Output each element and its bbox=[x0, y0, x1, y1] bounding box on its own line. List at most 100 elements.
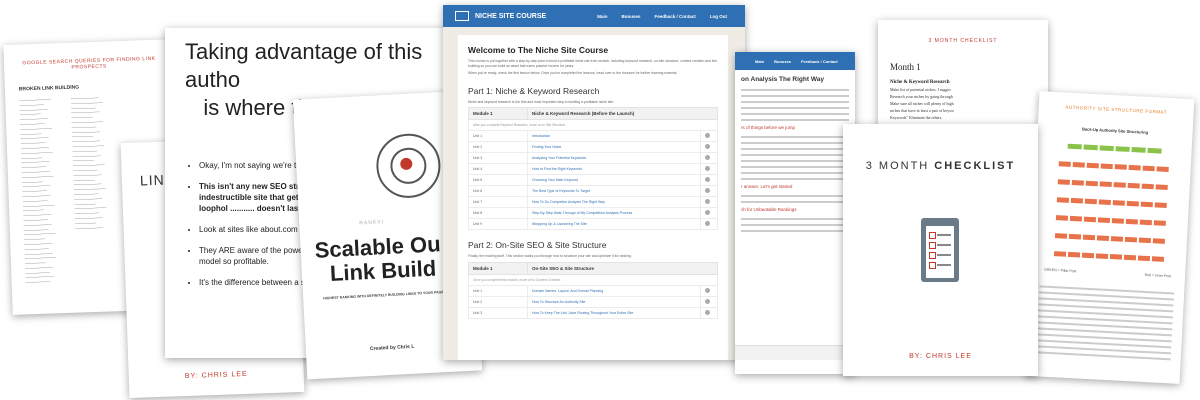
title-light: 3 MONTH bbox=[865, 160, 935, 172]
unit-link[interactable]: Analyzing Your Potential Keywords bbox=[527, 152, 701, 165]
table-row[interactable]: Unit 3 How To Keep The Link Juice Flowing… bbox=[468, 306, 718, 319]
lesson-heading: on Analysis The Right Way bbox=[741, 76, 824, 83]
cover-title: 3 MONTH CHECKLIST bbox=[843, 160, 1038, 172]
checklist-item: Keywords" Eliminate the others. bbox=[890, 115, 943, 120]
table-row[interactable]: Unit 5 Choosing Your Main Keyword bbox=[468, 174, 718, 187]
intro-paragraph: When you're ready, check the first lesso… bbox=[468, 71, 678, 76]
query-column: ————————————————————————————————————————… bbox=[70, 95, 107, 231]
unit-link[interactable]: Choosing Your Main Keyword bbox=[527, 174, 701, 187]
table-row[interactable]: Unit 6 The Best Type of Keywords To Targe… bbox=[468, 185, 718, 198]
status-dot-icon bbox=[705, 298, 710, 304]
diagram-legend: GREEN = Pillar Post Red = Inner Post bbox=[1044, 268, 1171, 279]
module-label: Module 1 bbox=[468, 261, 528, 275]
checklist-item: Make sure all niches will plenty of high bbox=[890, 101, 954, 106]
target-icon bbox=[374, 132, 443, 200]
unit-link[interactable]: How to Find the Right Keywords bbox=[527, 163, 701, 176]
page-heading: GOOGLE SEARCH QUERIES FOR FINDING LINK P… bbox=[22, 55, 156, 71]
status-dot-icon bbox=[705, 133, 710, 139]
lesson-body bbox=[741, 195, 849, 203]
unit-link[interactable]: How To Structure An Authority Site bbox=[527, 295, 701, 308]
nav-logout[interactable]: Log Out bbox=[710, 14, 727, 19]
table-row[interactable]: Unit 2 Finding Your Niche bbox=[468, 141, 718, 154]
table-row[interactable]: Unit 1 Introduction bbox=[468, 130, 718, 143]
status-dot-icon bbox=[705, 199, 710, 205]
unit-link[interactable]: Finding Your Niche bbox=[527, 141, 701, 154]
page-course-main: NICHE SITE COURSE Main Bonuses Feedback … bbox=[443, 5, 745, 360]
intro-paragraph: This course is put together with a step-… bbox=[468, 59, 717, 68]
module-title: On-Site SEO & Site Structure bbox=[527, 261, 718, 275]
lesson-body bbox=[741, 218, 849, 232]
checklist-item: Make list of potential niches. I sugges bbox=[890, 87, 951, 92]
table-row[interactable]: Unit 8 Step-By-Step Walk-Through of My Co… bbox=[468, 207, 718, 220]
unit-link[interactable]: Step-By-Step Walk-Through of My Competit… bbox=[527, 207, 701, 220]
checklist-paper bbox=[926, 226, 954, 278]
table-row[interactable]: Unit 7 How To Do Competitor Analysis The … bbox=[468, 196, 718, 209]
nav-feedback[interactable]: Feedback / Contact bbox=[801, 59, 838, 64]
status-dot-icon bbox=[705, 210, 710, 216]
status-dot-icon bbox=[705, 309, 710, 315]
month-title: Month 1 bbox=[890, 62, 921, 72]
table-row[interactable]: Unit 3 Analyzing Your Potential Keywords bbox=[468, 152, 718, 165]
unit-link[interactable]: Wrapping Up & Launching The Site bbox=[527, 218, 701, 231]
unit-label: Unit 5 bbox=[468, 174, 528, 187]
checklist-item: niches that have at least a pair of keyw… bbox=[890, 108, 954, 113]
byline: BY: CHRIS LEE bbox=[184, 370, 248, 381]
cover-author: Created by Chris L bbox=[369, 343, 415, 353]
table-row[interactable]: Unit 1 Domain Names, Layout, And Overall … bbox=[468, 284, 718, 297]
unit-label: Unit 3 bbox=[468, 306, 528, 319]
unit-label: Unit 1 bbox=[468, 130, 528, 143]
cover-title: Scalable Ou Link Build bbox=[314, 231, 442, 287]
unit-link[interactable]: The Best Type of Keywords To Target bbox=[527, 185, 701, 198]
unit-label: Unit 7 bbox=[468, 196, 528, 209]
nav-bonuses[interactable]: Bonuses bbox=[621, 14, 640, 19]
query-column: ————————————————————————————————————————… bbox=[19, 97, 57, 285]
title-line: Link Build bbox=[329, 255, 437, 287]
page-heading: AUTHORITY SITE STRUCTURE FORMAT bbox=[1065, 104, 1168, 115]
table-header-row: Module 1 Niche & Keyword Research (Befor… bbox=[468, 107, 718, 121]
table-row[interactable]: Unit 4 How to Find the Right Keywords bbox=[468, 163, 718, 176]
unit-link[interactable]: How To Do Competitor Analysis The Right … bbox=[527, 196, 701, 209]
status-dot-icon bbox=[705, 155, 710, 161]
module-table: Module 1 Niche & Keyword Research (Befor… bbox=[468, 107, 718, 231]
unit-link[interactable]: Introduction bbox=[527, 130, 701, 143]
module-label: Module 1 bbox=[468, 107, 528, 121]
title-line: Taking advantage of this autho bbox=[185, 39, 423, 92]
table-note: Once you complete this module, move on t… bbox=[468, 273, 718, 286]
status-dot-icon bbox=[705, 166, 710, 172]
table-note-row: Once you complete this module, move on t… bbox=[468, 273, 718, 286]
status-dot-icon bbox=[705, 287, 710, 293]
diagram-title: Back-Up Authority Site Structuring bbox=[1081, 126, 1149, 135]
table-row[interactable]: Unit 2 How To Structure An Authority Site bbox=[468, 295, 718, 308]
unit-label: Unit 2 bbox=[468, 295, 528, 308]
nav-feedback[interactable]: Feedback / Contact bbox=[654, 14, 695, 19]
module-table: Module 1 On-Site SEO & Site Structure On… bbox=[468, 261, 718, 319]
byline: BY: CHRIS LEE bbox=[909, 353, 972, 360]
lesson-body bbox=[741, 136, 849, 180]
table-row[interactable]: Unit 9 Wrapping Up & Launching The Site bbox=[468, 218, 718, 231]
unit-link[interactable]: Domain Names, Layout, And Overall Planni… bbox=[527, 284, 701, 297]
legend-red: Red = Inner Post bbox=[1144, 272, 1172, 279]
page-site-structure: AUTHORITY SITE STRUCTURE FORMAT Back-Up … bbox=[1024, 91, 1195, 384]
status-dot-icon bbox=[705, 177, 710, 183]
checklist-item: Research your niches by going through bbox=[890, 94, 953, 99]
module-title: Niche & Keyword Research (Before the Lau… bbox=[527, 107, 718, 121]
nav-main[interactable]: Main bbox=[755, 59, 764, 64]
welcome-heading: Welcome to The Niche Site Course bbox=[468, 45, 609, 55]
part2-heading: Part 2: On-Site SEO & Site Structure bbox=[468, 240, 607, 251]
unit-label: Unit 6 bbox=[468, 185, 528, 198]
top-nav: Main Bonuses Feedback / Contact bbox=[735, 52, 855, 70]
lesson-subheading: ch for Unbeatable Rankings bbox=[741, 207, 797, 212]
cover-mark: RANKXI bbox=[359, 219, 385, 227]
nav-links: Main Bonuses Feedback / Contact Log Out bbox=[597, 14, 727, 19]
table-note: After you complete Keyword Research, mov… bbox=[468, 119, 718, 132]
structure-diagram bbox=[1031, 135, 1192, 269]
unit-link[interactable]: How To Keep The Link Juice Flowing Throu… bbox=[527, 306, 701, 319]
section-title: Niche & Keyword Research bbox=[890, 80, 950, 85]
brand-name[interactable]: NICHE SITE COURSE bbox=[475, 13, 546, 20]
page-heading: 3 MONTH CHECKLIST bbox=[928, 38, 998, 44]
nav-bonuses[interactable]: Bonuses bbox=[774, 59, 791, 64]
part1-heading: Part 1: Niche & Keyword Research bbox=[468, 85, 600, 96]
nav-main[interactable]: Main bbox=[597, 14, 607, 19]
search-screenshot bbox=[735, 345, 855, 360]
status-dot-icon bbox=[705, 221, 710, 227]
